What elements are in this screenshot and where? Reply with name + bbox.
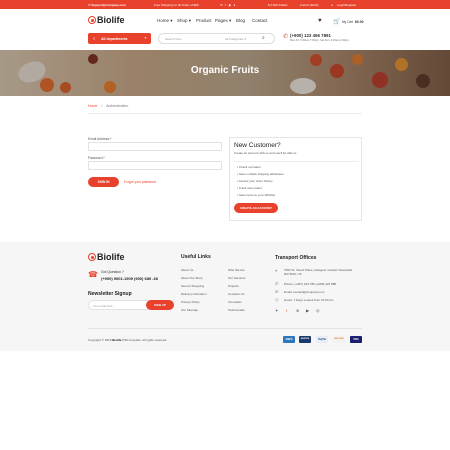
header: Biolife Home ▾ Shop ▾ Product Pages ▾ Bl… xyxy=(0,9,450,54)
footer-logo[interactable]: Biolife xyxy=(88,252,125,262)
footer-phone: Phone: (+067) 234 789 (+068) 222 888 xyxy=(284,282,337,286)
footer-hours: Hours: 7 Days a week from 10:00 am xyxy=(284,298,334,302)
footer-link[interactable]: About Us xyxy=(181,268,193,272)
divider xyxy=(88,113,362,114)
newsletter-title: Newsletter Signup xyxy=(88,291,132,297)
header-phone: (+900) 123 456 7891 xyxy=(290,33,331,38)
password-field[interactable] xyxy=(88,161,222,170)
breadcrumb: Home / Authentication xyxy=(88,104,128,108)
footer xyxy=(0,242,450,351)
email-field[interactable] xyxy=(88,142,222,151)
benefit-item: • Access your order history xyxy=(237,179,273,183)
footer-divider xyxy=(88,328,362,329)
site-logo[interactable]: Biolife xyxy=(88,15,125,25)
phone-icon: ✆ xyxy=(275,281,279,286)
cart-total: $0.00 xyxy=(355,20,364,24)
departments-dropdown[interactable]: ≡ All departments ▼ xyxy=(88,33,151,44)
password-label: Password:* xyxy=(88,156,105,160)
nav-pages[interactable]: Pages ▾ xyxy=(215,18,231,24)
sign-up-button[interactable]: SIGN UP xyxy=(146,300,174,310)
newsletter-placeholder: Your email here... xyxy=(93,304,115,308)
footer-link[interactable]: Testimonials xyxy=(228,308,245,312)
instagram-icon[interactable]: ◎ xyxy=(316,308,320,313)
logo-mark-icon xyxy=(88,253,96,261)
search-icon[interactable]: ⌕ xyxy=(262,35,265,41)
language-select[interactable]: French (EUR) xyxy=(300,3,319,7)
location-icon: ⌖ xyxy=(275,268,278,273)
support-email[interactable]: ✉ Support@company.com xyxy=(88,3,126,7)
promo-text: Free Shipping for all Order of $90 xyxy=(154,3,199,7)
forgot-password-link[interactable]: Forgot your password xyxy=(124,180,156,184)
visa-icon: VISA xyxy=(350,336,362,343)
footer-link[interactable]: Delivery infomation xyxy=(181,292,207,296)
new-customer-title: New Customer? xyxy=(234,142,281,149)
menu-icon: ≡ xyxy=(93,36,96,41)
nav-home[interactable]: Home ▾ xyxy=(157,18,173,24)
search-box[interactable]: Search here... All Categories ▾ ⌕ xyxy=(158,33,275,44)
login-register-link[interactable]: Login/Register xyxy=(337,3,356,7)
new-customer-panel: New Customer? Create an account with us … xyxy=(229,137,362,221)
new-customer-subtitle: Create an account with us and you'll be … xyxy=(234,151,297,155)
footer-address-line2: 8t176NN, US xyxy=(284,272,302,276)
transport-offices-title: Transport Offices xyxy=(275,255,317,261)
sign-in-button[interactable]: SIGN IN xyxy=(88,177,119,187)
phone-icon: ✆ xyxy=(283,34,289,40)
currency-select[interactable]: $ (USD Dollar) xyxy=(268,3,288,7)
breadcrumb-home[interactable]: Home xyxy=(88,104,97,108)
copyright: Copyright © 2018 Biolife PSD template. A… xyxy=(88,338,167,342)
pinterest-icon[interactable]: ⊛ xyxy=(296,308,299,313)
departments-label: All departments xyxy=(101,37,128,41)
question-label: Got Question ? xyxy=(101,270,124,274)
category-select[interactable]: All Categories ▾ xyxy=(225,37,246,41)
useful-links-title: Useful Links xyxy=(181,254,211,260)
header-hours: Mon-Fri: 8:30am-7:30pm; Sat-Sun: 9:30am-… xyxy=(290,39,349,42)
breadcrumb-separator-icon: / xyxy=(101,104,103,108)
headset-icon: ☎ xyxy=(88,270,98,279)
create-account-button[interactable]: CREATE AN ACCOUNT xyxy=(234,203,278,213)
logo-mark-icon xyxy=(88,16,96,24)
mail-icon: ✉ xyxy=(275,289,279,294)
footer-link[interactable]: Privacy Policy xyxy=(181,300,200,304)
benefit-item: • Save items to your Wishlist xyxy=(237,193,275,197)
page-title: Organic Fruits xyxy=(190,65,260,76)
nav-blog[interactable]: Blog xyxy=(236,18,245,23)
account-icon: ● xyxy=(331,3,333,7)
clock-icon: ◷ xyxy=(275,297,279,302)
wishlist-icon[interactable]: ♥ xyxy=(318,18,322,24)
nav-shop[interactable]: Shop ▾ xyxy=(177,18,191,24)
footer-link[interactable]: Our Services xyxy=(228,276,245,280)
footer-link[interactable]: Innovation xyxy=(228,300,242,304)
footer-link[interactable]: Projects xyxy=(228,284,239,288)
footer-link[interactable]: Contacts Us xyxy=(228,292,244,296)
social-icons[interactable]: ✉ f ◉ ● xyxy=(220,3,235,7)
footer-link[interactable]: Secure Shopping xyxy=(181,284,204,288)
youtube-icon[interactable]: ▶ xyxy=(306,308,309,313)
breadcrumb-current: Authentication xyxy=(106,104,129,108)
footer-link[interactable]: Who We Are xyxy=(228,268,245,272)
benefit-item: • Check out faster xyxy=(237,165,261,169)
amex-icon: AMEX xyxy=(283,336,295,343)
search-input[interactable]: Search here... xyxy=(165,37,184,41)
chevron-down-icon: ▼ xyxy=(144,36,147,40)
twitter-icon[interactable]: ✦ xyxy=(275,308,278,313)
footer-link[interactable]: About Our Shop xyxy=(181,276,203,280)
paypal-icon: PayPal xyxy=(316,336,328,343)
nav-product[interactable]: Product xyxy=(196,18,212,23)
benefit-item: • Track new orders xyxy=(237,186,262,190)
cart-label[interactable]: My Cart xyxy=(342,20,353,24)
cart-icon[interactable]: 🛒 xyxy=(333,18,340,25)
footer-email: Email: contact@company.com xyxy=(284,290,325,294)
hero-banner: Organic Fruits xyxy=(0,50,450,96)
benefit-item: • Save multiple shipping addresses xyxy=(237,172,284,176)
discover-icon: DISCOVER xyxy=(333,336,345,343)
mastercard-icon: MASTER xyxy=(299,336,311,343)
nav-contact[interactable]: Contact xyxy=(252,18,268,23)
facebook-icon[interactable]: f xyxy=(286,308,287,313)
footer-link[interactable]: Our Sitemap xyxy=(181,308,198,312)
email-label: Email Address:* xyxy=(88,137,112,141)
top-bar: ✉ Support@company.com Free Shipping for … xyxy=(0,0,450,9)
footer-phones: (+900) 9001-1909 (900) 689 -66 xyxy=(101,276,159,281)
